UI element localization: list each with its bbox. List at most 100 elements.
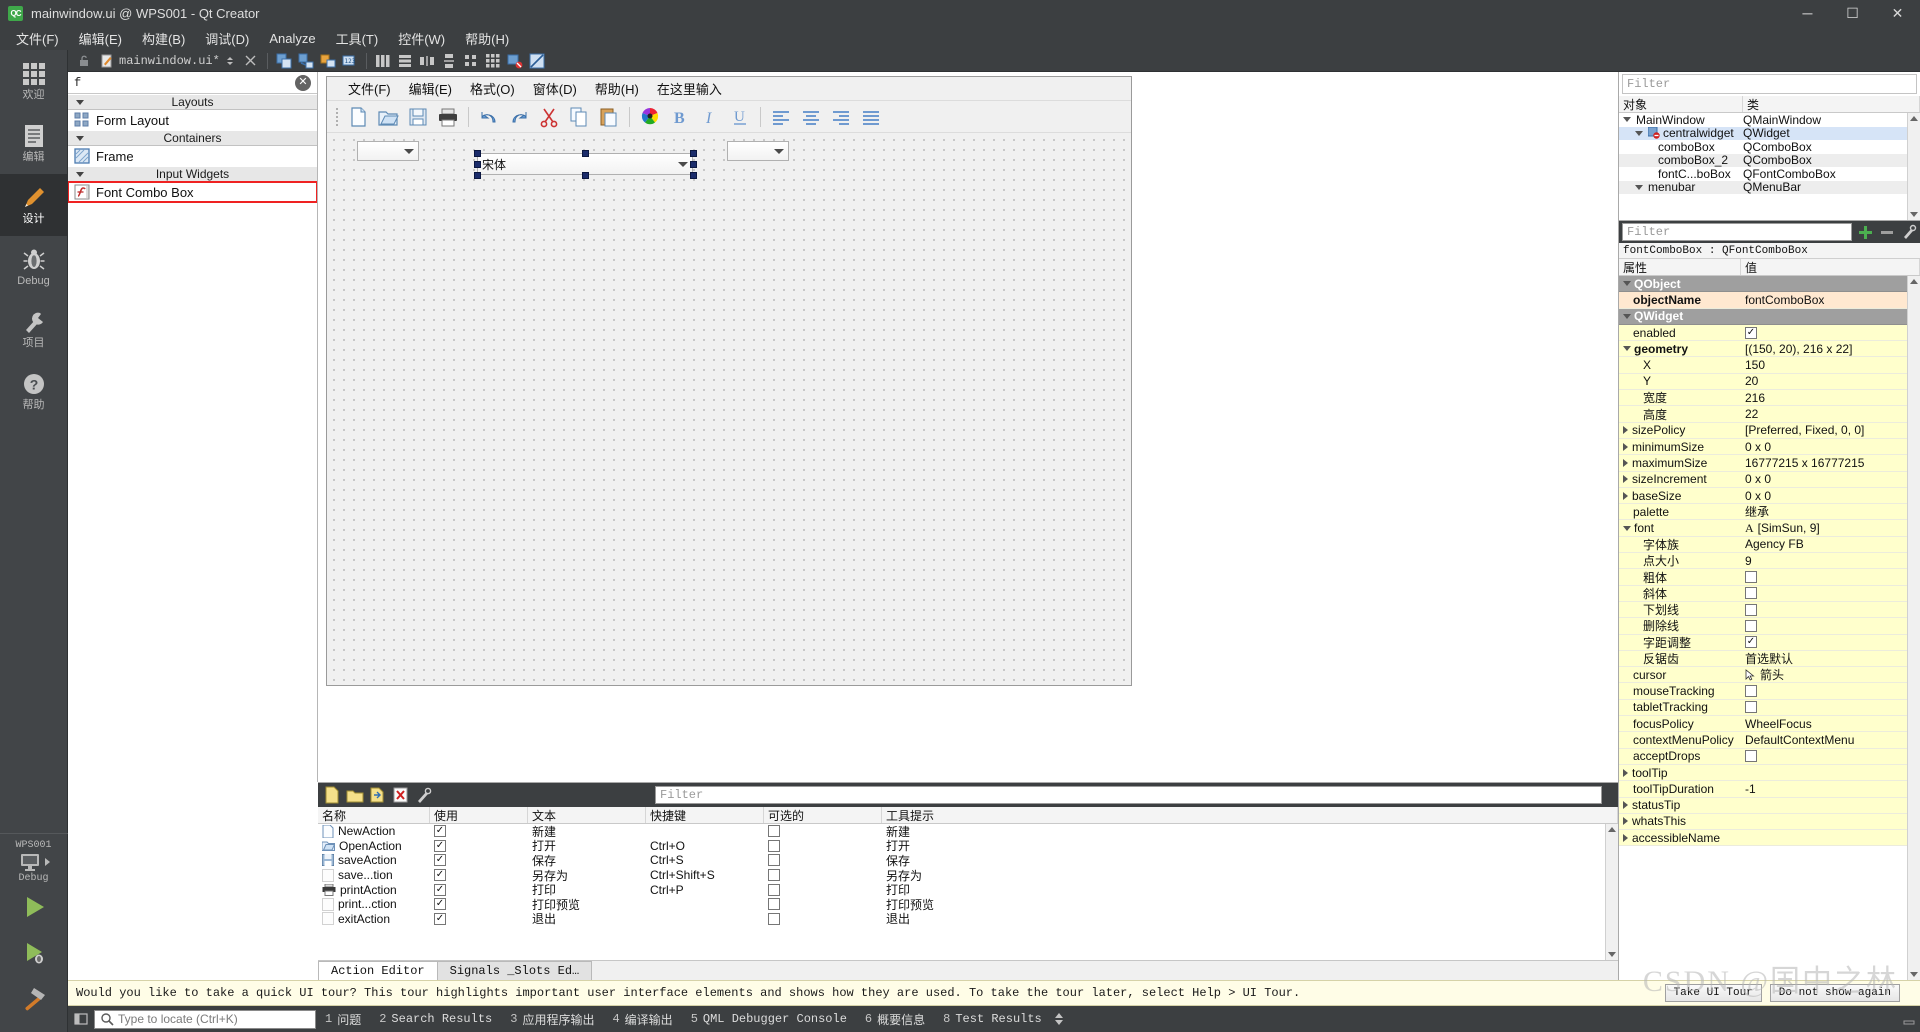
collapse-arrow-icon[interactable] xyxy=(1623,346,1631,352)
expand-arrow-icon[interactable] xyxy=(1623,833,1628,842)
form-canvas[interactable]: 宋体 xyxy=(327,133,1131,685)
output-pane-4[interactable]: 4 编译输出 xyxy=(603,1006,681,1032)
scroll-down-icon[interactable] xyxy=(1910,212,1918,217)
object-inspector-filter[interactable]: Filter xyxy=(1622,74,1917,94)
action-used-checkbox[interactable]: ✓ xyxy=(434,854,446,867)
run-button[interactable] xyxy=(0,884,68,930)
property-row[interactable]: contextMenuPolicy DefaultContextMenu xyxy=(1619,732,1907,749)
kit-selector[interactable]: WPS001 Debug xyxy=(0,833,68,884)
checkbox-unchecked[interactable] xyxy=(1745,603,1757,616)
action-checkable-checkbox[interactable] xyxy=(768,883,780,896)
expand-arrow-icon[interactable] xyxy=(1623,801,1628,810)
open-document-selector[interactable]: mainwindow.ui* xyxy=(96,54,239,68)
action-column-header[interactable]: 可选的 xyxy=(764,807,882,823)
checkbox-unchecked[interactable] xyxy=(1745,750,1757,763)
resize-handle-5[interactable] xyxy=(474,172,481,179)
new-file-icon[interactable] xyxy=(345,104,371,130)
action-column-header[interactable]: 工具提示 xyxy=(882,807,1618,823)
property-editor-scrollbar[interactable] xyxy=(1907,276,1920,980)
minimize-button[interactable]: ─ xyxy=(1785,0,1830,26)
output-pane-2[interactable]: 2 Search Results xyxy=(370,1006,501,1032)
checkbox-unchecked[interactable] xyxy=(1745,701,1757,714)
copy-action-icon[interactable] xyxy=(368,785,388,805)
checkbox-checked[interactable]: ✓ xyxy=(1745,326,1757,339)
action-column-header[interactable]: 使用 xyxy=(430,807,528,823)
expand-arrow-icon[interactable] xyxy=(1623,817,1628,826)
widget-category-containers[interactable]: Containers xyxy=(68,130,317,146)
property-row[interactable]: statusTip xyxy=(1619,797,1907,814)
action-checkable-checkbox[interactable] xyxy=(768,825,780,838)
action-table-row[interactable]: exitAction ✓ 退出 退出 xyxy=(318,912,1605,926)
property-row[interactable]: toolTip xyxy=(1619,764,1907,782)
action-checkable-checkbox[interactable] xyxy=(768,869,780,882)
property-scroll-down-icon[interactable] xyxy=(1910,972,1918,977)
scroll-up-icon[interactable] xyxy=(1910,116,1918,121)
output-pane-6[interactable]: 6 概要信息 xyxy=(856,1006,934,1032)
resize-handle-6[interactable] xyxy=(582,172,589,179)
action-config-icon[interactable] xyxy=(414,785,434,805)
edit-action-icon[interactable] xyxy=(345,785,365,805)
action-editor-scrollbar[interactable] xyxy=(1605,824,1618,960)
object-inspector-scrollbar[interactable] xyxy=(1907,113,1920,220)
edit-signals-icon[interactable] xyxy=(296,51,316,71)
menu-build[interactable]: 构建(B) xyxy=(132,27,195,50)
expand-arrow-icon[interactable] xyxy=(1623,117,1631,123)
expand-arrow-icon[interactable] xyxy=(1623,491,1628,500)
form-menu-2[interactable]: 格式(O) xyxy=(461,77,524,100)
expand-arrow-icon[interactable] xyxy=(1623,426,1628,435)
clear-filter-icon[interactable]: ✕ xyxy=(295,74,311,91)
dock-tab-0[interactable]: Action Editor xyxy=(318,961,438,980)
output-pane-3[interactable]: 3 应用程序输出 xyxy=(501,1006,603,1032)
paste-icon[interactable] xyxy=(596,104,622,130)
property-row[interactable]: QWidget xyxy=(1619,308,1907,325)
open-folder-icon[interactable] xyxy=(375,104,401,130)
build-button[interactable] xyxy=(0,976,68,1022)
window-resize-grip[interactable] xyxy=(1902,1012,1916,1026)
resize-handle-3[interactable] xyxy=(474,161,481,168)
edit-buddies-icon[interactable] xyxy=(318,51,338,71)
property-row[interactable]: 字体族 Agency FB xyxy=(1619,536,1907,554)
mode-项目[interactable]: 项目 xyxy=(0,298,68,360)
form-menu-0[interactable]: 文件(F) xyxy=(339,77,400,100)
action-table-row[interactable]: printAction ✓ 打印 Ctrl+P 打印 xyxy=(318,882,1605,897)
close-x-icon[interactable] xyxy=(241,51,261,71)
menu-file[interactable]: 文件(F) xyxy=(6,27,69,50)
align-left-icon[interactable] xyxy=(768,104,794,130)
take-ui-tour-button[interactable]: Take UI Tour xyxy=(1664,984,1762,1002)
form-design-area[interactable]: 文件(F) 编辑(E) 格式(O) 窗体(D) 帮助(H) 在这里输入 B I U xyxy=(318,72,1618,782)
form-tool-bar[interactable]: B I U xyxy=(327,101,1131,133)
mode-编辑[interactable]: 编辑 xyxy=(0,112,68,174)
delete-action-icon[interactable] xyxy=(391,785,411,805)
object-tree[interactable]: MainWindow QMainWindow centralwidget QWidge… xyxy=(1619,113,1907,220)
layout-splitter-h-icon[interactable] xyxy=(417,51,437,71)
resize-handle-4[interactable] xyxy=(690,161,697,168)
object-tree-row[interactable]: centralwidget QWidget xyxy=(1619,126,1907,140)
menu-edit[interactable]: 编辑(E) xyxy=(69,27,132,50)
widget-box-filter-input[interactable] xyxy=(70,72,295,93)
expand-arrow-icon[interactable] xyxy=(1623,442,1628,451)
edit-taborder-icon[interactable]: 123 xyxy=(340,51,360,71)
form-menu-3[interactable]: 窗体(D) xyxy=(524,77,586,100)
property-row[interactable]: toolTipDuration -1 xyxy=(1619,781,1907,798)
column-header-property[interactable]: 属性 xyxy=(1619,259,1741,275)
property-row[interactable]: mouseTracking xyxy=(1619,683,1907,700)
property-scroll-up-icon[interactable] xyxy=(1910,279,1918,284)
object-tree-row[interactable]: comboBox QComboBox xyxy=(1619,140,1907,154)
redo-icon[interactable] xyxy=(506,104,532,130)
property-row[interactable]: 宽度 216 xyxy=(1619,390,1907,407)
resize-handle-1[interactable] xyxy=(582,150,589,157)
mode-欢迎[interactable]: 欢迎 xyxy=(0,50,68,112)
action-used-checkbox[interactable]: ✓ xyxy=(434,898,446,911)
collapse-arrow-icon[interactable] xyxy=(1623,313,1631,319)
color-wheel-icon[interactable] xyxy=(637,104,663,130)
widget-item-frame[interactable]: Frame xyxy=(68,146,317,166)
checkbox-unchecked[interactable] xyxy=(1745,570,1757,583)
property-row[interactable]: 反锯齿 首选默认 xyxy=(1619,650,1907,668)
mode-帮助[interactable]: ? 帮助 xyxy=(0,360,68,422)
property-row[interactable]: sizeIncrement 0 x 0 xyxy=(1619,471,1907,488)
property-row[interactable]: minimumSize 0 x 0 xyxy=(1619,438,1907,456)
property-row[interactable]: focusPolicy WheelFocus xyxy=(1619,716,1907,733)
menu-help[interactable]: 帮助(H) xyxy=(455,27,519,50)
checkbox-unchecked[interactable] xyxy=(1745,587,1757,600)
add-property-icon[interactable] xyxy=(1854,221,1876,243)
